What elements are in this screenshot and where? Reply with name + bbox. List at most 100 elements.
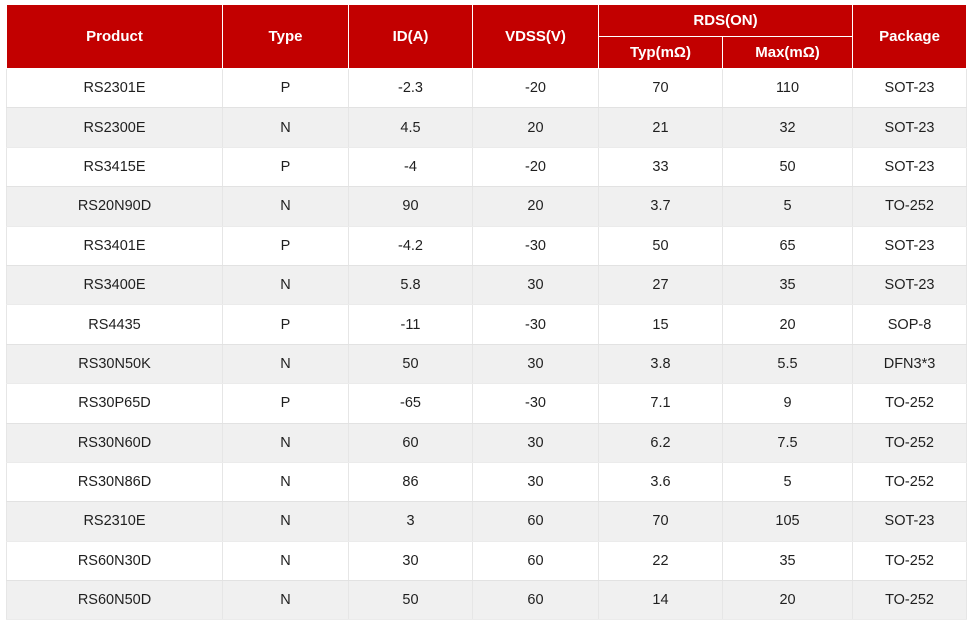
cell-package: SOT-23 [852, 225, 968, 266]
cell-product: RS30P65D [6, 383, 223, 424]
cell-rds-max: 32 [721, 107, 854, 148]
cell-type: N [222, 580, 349, 620]
column-header-type: Type [222, 4, 349, 69]
cell-rds-typ: 6.2 [598, 422, 723, 463]
column-header-product: Product [6, 4, 223, 69]
cell-rds-max: 9 [721, 383, 854, 424]
cell-product: RS3401E [6, 225, 223, 266]
cell-type: N [222, 501, 349, 542]
cell-rds-max: 20 [721, 304, 854, 345]
cell-rds-typ: 3.8 [598, 343, 723, 385]
cell-rds-max: 105 [721, 501, 854, 542]
table-row: RS3401E P -4.2 -30 50 65 SOT-23 [6, 225, 968, 266]
cell-rds-typ: 22 [598, 540, 723, 582]
cell-rds-max: 5.5 [721, 343, 854, 385]
cell-vdss: 60 [472, 501, 599, 542]
cell-id: 90 [348, 186, 473, 227]
table-header: Product Type ID(A) VDSS(V) RDS(ON) Packa… [6, 4, 968, 69]
cell-type: N [222, 540, 349, 582]
column-header-rds-max: Max(mΩ) [721, 36, 854, 69]
cell-rds-typ: 33 [598, 146, 723, 188]
cell-type: N [222, 343, 349, 385]
cell-type: N [222, 422, 349, 463]
cell-type: N [222, 186, 349, 227]
cell-rds-typ: 27 [598, 264, 723, 306]
cell-type: P [222, 225, 349, 266]
cell-vdss: 30 [472, 422, 599, 463]
cell-rds-max: 5 [721, 186, 854, 227]
table-row: RS3400E N 5.8 30 27 35 SOT-23 [6, 264, 968, 306]
cell-rds-max: 7.5 [721, 422, 854, 463]
cell-type: P [222, 304, 349, 345]
cell-product: RS30N60D [6, 422, 223, 463]
cell-vdss: 20 [472, 107, 599, 148]
table-row: RS30N60D N 60 30 6.2 7.5 TO-252 [6, 422, 968, 463]
cell-id: -11 [348, 304, 473, 345]
cell-type: N [222, 264, 349, 306]
table-row: RS2301E P -2.3 -20 70 110 SOT-23 [6, 67, 968, 109]
cell-rds-typ: 14 [598, 580, 723, 620]
cell-package: SOT-23 [852, 67, 968, 109]
cell-rds-max: 35 [721, 264, 854, 306]
cell-vdss: 20 [472, 186, 599, 227]
cell-id: 5.8 [348, 264, 473, 306]
column-header-vdss: VDSS(V) [472, 4, 599, 69]
cell-rds-typ: 3.6 [598, 461, 723, 503]
cell-id: -4 [348, 146, 473, 188]
cell-type: N [222, 107, 349, 148]
cell-id: 60 [348, 422, 473, 463]
cell-type: P [222, 383, 349, 424]
table-row: RS3415E P -4 -20 33 50 SOT-23 [6, 146, 968, 188]
table-row: RS60N30D N 30 60 22 35 TO-252 [6, 540, 968, 582]
cell-product: RS2300E [6, 107, 223, 148]
mosfet-spec-table: Product Type ID(A) VDSS(V) RDS(ON) Packa… [6, 4, 968, 620]
column-group-header-rds-on: RDS(ON) [597, 4, 854, 37]
table-row: RS2300E N 4.5 20 21 32 SOT-23 [6, 107, 968, 148]
cell-rds-max: 20 [721, 580, 854, 620]
cell-package: TO-252 [852, 461, 968, 503]
cell-vdss: -30 [472, 225, 599, 266]
cell-rds-max: 5 [721, 461, 854, 503]
column-header-rds-typ: Typ(mΩ) [598, 36, 723, 69]
table-body: RS2301E P -2.3 -20 70 110 SOT-23 RS2300E N 4.5 20 2… [6, 67, 968, 620]
cell-vdss: -30 [472, 383, 599, 424]
cell-product: RS3415E [6, 146, 223, 188]
cell-rds-max: 50 [721, 146, 854, 188]
cell-product: RS60N50D [6, 580, 223, 620]
cell-package: SOT-23 [852, 501, 968, 542]
cell-package: SOT-23 [852, 146, 968, 188]
cell-package: TO-252 [852, 383, 968, 424]
cell-rds-typ: 70 [598, 67, 723, 109]
cell-package: SOT-23 [852, 264, 968, 306]
cell-product: RS4435 [6, 304, 223, 345]
cell-id: 30 [348, 540, 473, 582]
table-row: RS30N86D N 86 30 3.6 5 TO-252 [6, 461, 968, 503]
header-row-top: Product Type ID(A) VDSS(V) RDS(ON) Packa… [6, 4, 968, 69]
cell-vdss: 60 [472, 540, 599, 582]
table-row: RS60N50D N 50 60 14 20 TO-252 [6, 580, 968, 620]
cell-product: RS30N86D [6, 461, 223, 503]
table-row: RS30N50K N 50 30 3.8 5.5 DFN3*3 [6, 343, 968, 385]
cell-rds-typ: 70 [598, 501, 723, 542]
cell-id: -2.3 [348, 67, 473, 109]
cell-id: -4.2 [348, 225, 473, 266]
table-row: RS2310E N 3 60 70 105 SOT-23 [6, 501, 968, 542]
cell-vdss: 30 [472, 343, 599, 385]
cell-product: RS2301E [6, 67, 223, 109]
table-row: RS20N90D N 90 20 3.7 5 TO-252 [6, 186, 968, 227]
cell-package: SOT-23 [852, 107, 968, 148]
cell-package: TO-252 [852, 186, 968, 227]
table-row: RS4435 P -11 -30 15 20 SOP-8 [6, 304, 968, 345]
cell-vdss: 60 [472, 580, 599, 620]
cell-package: SOP-8 [852, 304, 968, 345]
cell-product: RS3400E [6, 264, 223, 306]
cell-rds-typ: 15 [598, 304, 723, 345]
cell-product: RS60N30D [6, 540, 223, 582]
cell-id: 50 [348, 343, 473, 385]
cell-id: 4.5 [348, 107, 473, 148]
cell-package: TO-252 [852, 580, 968, 620]
cell-vdss: -20 [472, 146, 599, 188]
cell-type: P [222, 146, 349, 188]
cell-rds-typ: 3.7 [598, 186, 723, 227]
cell-product: RS30N50K [6, 343, 223, 385]
